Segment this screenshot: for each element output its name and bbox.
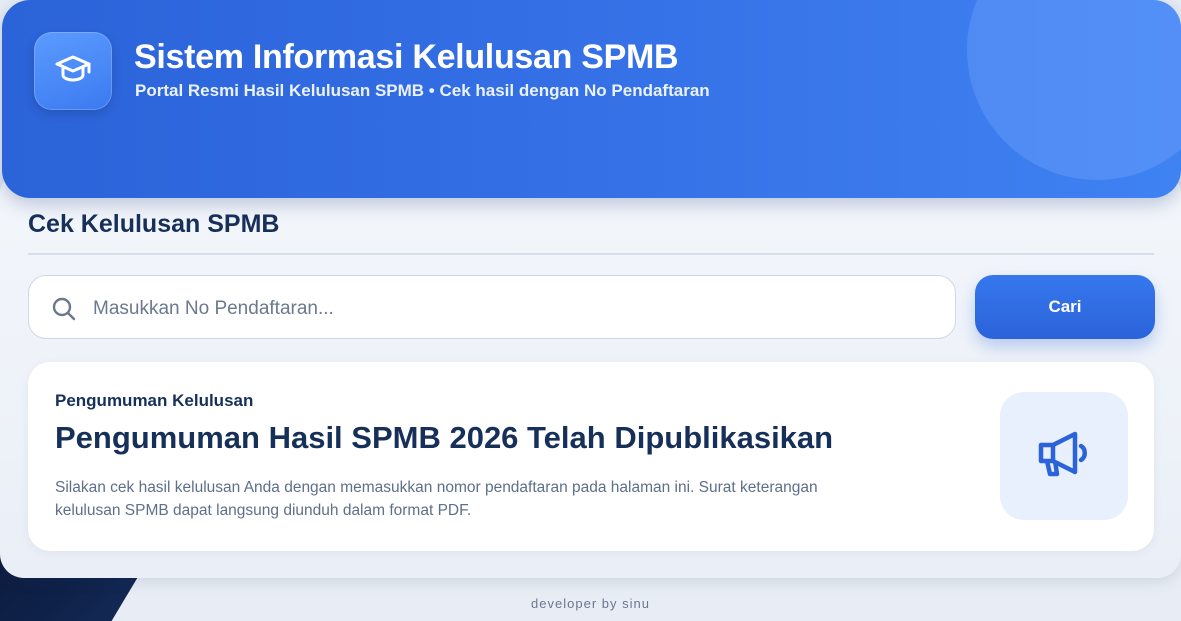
search-icon: [51, 296, 77, 322]
section-title: Cek Kelulusan SPMB: [28, 210, 280, 238]
app-header: Sistem Informasi Kelulusan SPMB Portal R…: [2, 0, 1181, 198]
section-divider: [28, 253, 1154, 255]
graduation-cap-icon: [55, 54, 91, 89]
registration-number-input[interactable]: [91, 288, 935, 330]
app-logo: [34, 32, 112, 110]
app-title: Sistem Informasi Kelulusan SPMB: [134, 38, 679, 76]
search-field[interactable]: [28, 275, 956, 339]
header-decoration-circle: [967, 0, 1181, 180]
announcement-label: Pengumuman Kelulusan: [55, 391, 254, 410]
megaphone-icon: [1037, 429, 1091, 484]
megaphone-tile: [1000, 392, 1128, 520]
search-button[interactable]: Cari: [975, 275, 1155, 339]
app-subtitle: Portal Resmi Hasil Kelulusan SPMB • Cek …: [135, 81, 710, 100]
footer-credit: developer by sinu: [531, 596, 650, 611]
announcement-title: Pengumuman Hasil SPMB 2026 Telah Dipubli…: [55, 420, 834, 455]
announcement-card: Pengumuman Kelulusan Pengumuman Hasil SP…: [28, 362, 1154, 551]
announcement-body: Silakan cek hasil kelulusan Anda dengan …: [55, 479, 818, 519]
